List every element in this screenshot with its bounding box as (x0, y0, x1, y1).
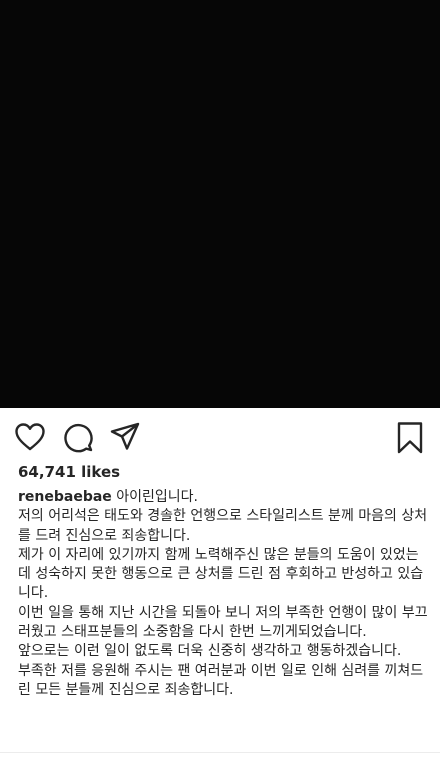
divider (0, 752, 440, 753)
post-photo[interactable] (0, 0, 440, 408)
caption-paragraph: 제가 이 자리에 있기까지 함께 노력해주신 많은 분들의 도움이 있었는데 성… (18, 546, 424, 602)
likes-count[interactable]: 64,741 likes (18, 463, 120, 481)
post-action-bar (0, 408, 440, 462)
paper-plane-icon[interactable] (109, 421, 141, 453)
caption-text: 아이린입니다. (116, 489, 198, 505)
post-caption: renebaebae 아이린입니다. 저의 어리석은 태도와 경솔한 언행으로 … (18, 488, 428, 700)
caption-line-1: renebaebae 아이린입니다. (18, 488, 428, 507)
caption-paragraph: 저의 어리석은 태도와 경솔한 언행으로 스타일리스트 분께 마음의 상처를 드… (18, 508, 428, 544)
caption-paragraph: 이번 일을 통해 지난 시간을 되돌아 보니 저의 부족한 언행이 많이 부끄러… (18, 604, 428, 641)
comment-icon[interactable] (62, 421, 94, 453)
bookmark-icon[interactable] (396, 421, 424, 455)
caption-paragraph: 부족한 저를 응원해 주시는 팬 여러분과 이번 일로 인해 심려를 끼쳐드린 … (18, 662, 424, 698)
username-link[interactable]: renebaebae (18, 489, 112, 505)
heart-icon[interactable] (14, 422, 46, 452)
caption-paragraph: 앞으로는 이런 일이 없도록 더욱 신중히 생각하고 행동하겠습니다. (18, 643, 402, 660)
